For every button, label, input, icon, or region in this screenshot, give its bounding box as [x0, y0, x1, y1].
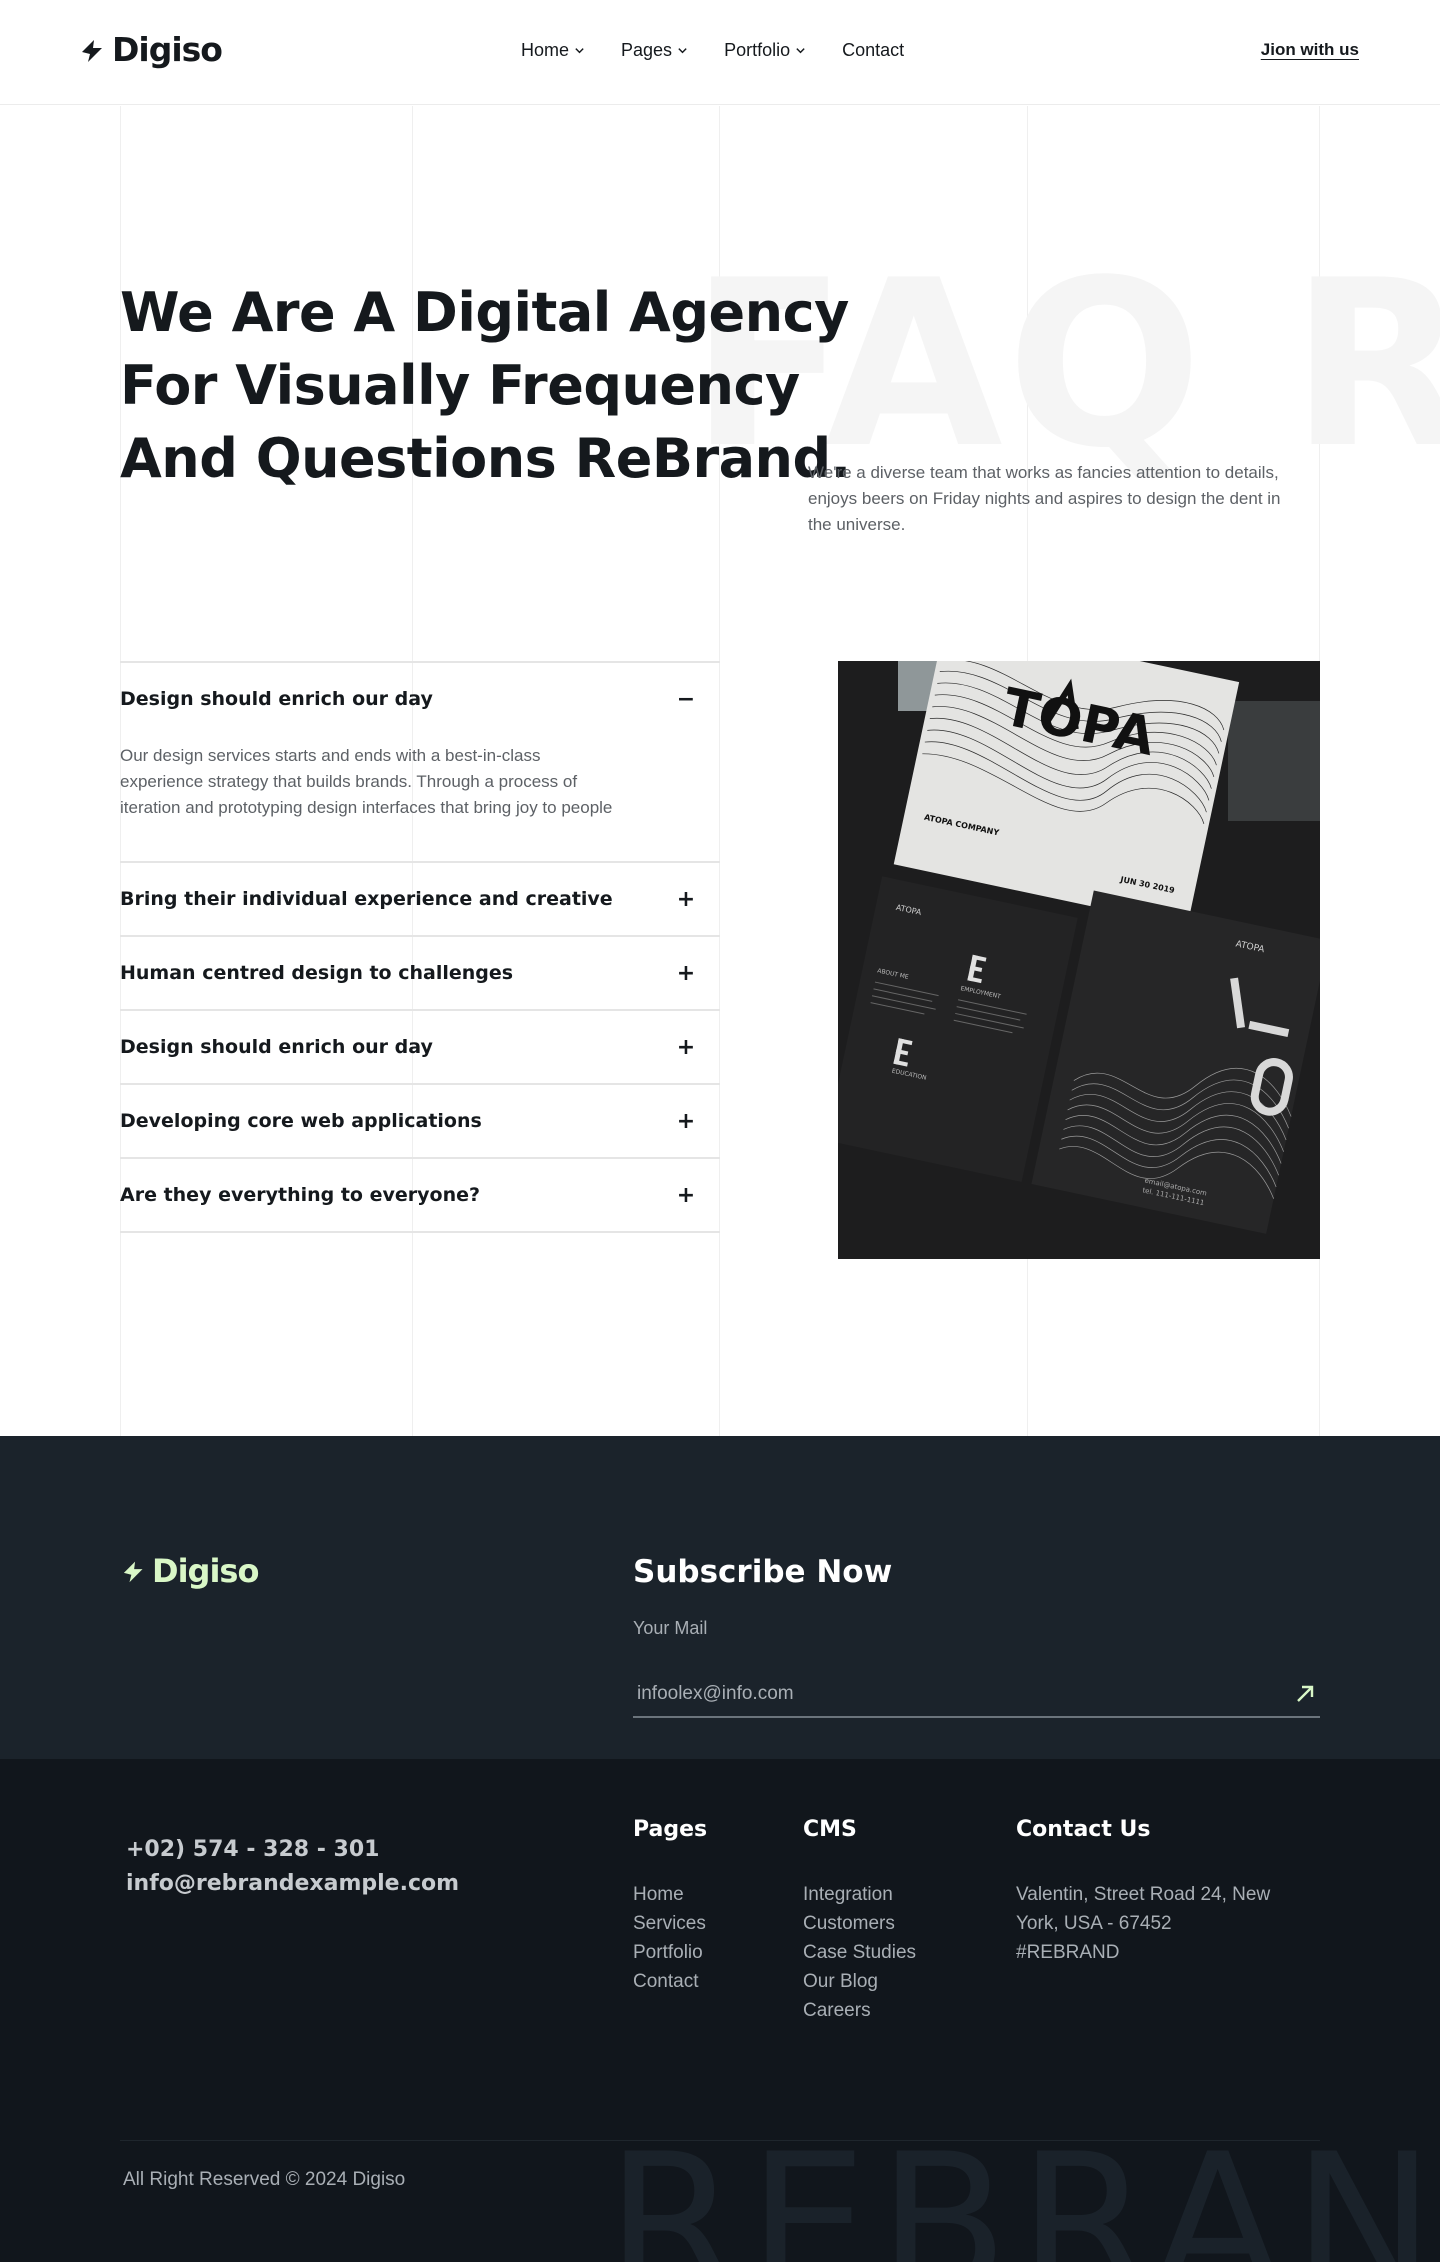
nav-item-contact[interactable]: Contact [842, 40, 904, 61]
faq-question: Human centred design to challenges [120, 962, 514, 984]
bolt-icon [82, 39, 102, 62]
email-field[interactable]: infoolex@info.com [633, 1672, 1320, 1718]
footer-link-careers[interactable]: Careers [803, 1996, 916, 2025]
footer-logo-text: Digiso [152, 1552, 259, 1590]
footer-column-pages: Pages Home Services Portfolio Contact [633, 1817, 707, 1996]
faq-header[interactable]: Design should enrich our day − [120, 663, 720, 735]
send-arrow-icon[interactable] [1294, 1683, 1316, 1705]
background-word: REBRAND [606, 2113, 1440, 2262]
faq-header[interactable]: Bring their individual experience and cr… [120, 863, 720, 935]
footer-contact-block: +02) 574 - 328 - 301 info@rebrandexample… [126, 1833, 459, 1901]
brand-mockup-image: TOPA ATOPA COMPANY JUN 30 2019 ATOPA ATO… [838, 661, 1320, 1259]
chevron-down-icon [575, 48, 584, 54]
subscribe-section: Digiso Subscribe Now Your Mail infoolex@… [0, 1436, 1440, 1759]
faq-question: Design should enrich our day [120, 1036, 433, 1058]
hero-description: We're a diverse team that works as fanci… [808, 463, 1281, 534]
faq-accordion: Design should enrich our day − Our desig… [120, 661, 720, 1233]
footer-link-contact[interactable]: Contact [633, 1967, 707, 1996]
faq-section: FAQ REBRAND We Are A Digital Agency For … [0, 106, 1440, 1436]
chevron-down-icon [796, 48, 805, 54]
faq-question: Are they everything to everyone? [120, 1184, 480, 1206]
main-nav: Home Pages Portfolio Contact [521, 40, 940, 61]
faq-item: Design should enrich our day − Our desig… [120, 663, 720, 863]
logo-text: Digiso [112, 30, 223, 69]
footer-column-title: CMS [803, 1817, 857, 1842]
bolt-icon [123, 1561, 143, 1583]
nav-item-portfolio[interactable]: Portfolio [724, 40, 806, 61]
faq-question: Bring their individual experience and cr… [120, 888, 613, 910]
faq-item: Developing core web applications + [120, 1085, 720, 1159]
nav-item-home[interactable]: Home [521, 40, 585, 61]
footer-email[interactable]: info@rebrandexample.com [126, 1867, 459, 1901]
faq-header[interactable]: Human centred design to challenges + [120, 937, 720, 1009]
plus-icon[interactable]: + [676, 961, 696, 986]
faq-item: Human centred design to challenges + [120, 937, 720, 1011]
footer-logo[interactable]: Digiso [122, 1552, 259, 1590]
faq-header[interactable]: Design should enrich our day + [120, 1011, 720, 1083]
nav-label: Contact [842, 40, 905, 60]
plus-icon[interactable]: + [676, 1035, 696, 1060]
page-title: We Are A Digital Agency For Visually Fre… [120, 281, 851, 490]
footer-link-integration[interactable]: Integration [803, 1880, 916, 1909]
footer-link-blog[interactable]: Our Blog [803, 1967, 916, 1996]
nav-label: Portfolio [724, 40, 791, 60]
faq-header[interactable]: Developing core web applications + [120, 1085, 720, 1157]
join-link[interactable]: Jion with us [1261, 40, 1359, 60]
plus-icon[interactable]: + [676, 1109, 696, 1134]
chevron-down-icon [678, 48, 687, 54]
nav-label: Pages [621, 40, 673, 60]
footer-link-home[interactable]: Home [633, 1880, 707, 1909]
faq-item: Are they everything to everyone? + [120, 1159, 720, 1233]
footer-address: Valentin, Street Road 24, New York, USA … [1016, 1884, 1271, 1934]
minus-icon[interactable]: − [676, 687, 696, 712]
faq-question: Developing core web applications [120, 1110, 482, 1132]
footer-column-contact: Contact Us Valentin, Street Road 24, New… [1016, 1817, 1306, 1967]
footer-divider [120, 2140, 1320, 2141]
faq-item: Bring their individual experience and cr… [120, 863, 720, 937]
email-label: Your Mail [633, 1618, 708, 1638]
plus-icon[interactable]: + [676, 887, 696, 912]
footer-phone[interactable]: +02) 574 - 328 - 301 [126, 1833, 459, 1867]
mockup-illustration: TOPA ATOPA COMPANY JUN 30 2019 ATOPA ATO… [838, 661, 1320, 1259]
footer-column-title: Contact Us [1016, 1817, 1151, 1842]
nav-item-pages[interactable]: Pages [621, 40, 688, 61]
footer-link-customers[interactable]: Customers [803, 1909, 916, 1938]
nav-label: Home [521, 40, 570, 60]
footer-column-title: Pages [633, 1817, 708, 1842]
faq-item: Design should enrich our day + [120, 1011, 720, 1085]
faq-header[interactable]: Are they everything to everyone? + [120, 1159, 720, 1231]
faq-question: Design should enrich our day [120, 688, 433, 710]
site-footer: REBRAND +02) 574 - 328 - 301 info@rebran… [0, 1759, 1440, 2262]
footer-link-case-studies[interactable]: Case Studies [803, 1938, 916, 1967]
subscribe-title: Subscribe Now [633, 1554, 893, 1590]
faq-answer: Our design services starts and ends with… [120, 746, 613, 817]
copyright: All Right Reserved © 2024 Digiso [123, 2169, 406, 2190]
email-placeholder[interactable]: infoolex@info.com [637, 1683, 794, 1705]
plus-icon[interactable]: + [676, 1183, 696, 1208]
footer-link-portfolio[interactable]: Portfolio [633, 1938, 707, 1967]
logo[interactable]: Digiso [80, 30, 223, 69]
footer-link-services[interactable]: Services [633, 1909, 707, 1938]
footer-hashtag: #REBRAND [1016, 1942, 1120, 1963]
site-header: Digiso Home Pages Portfolio Contact Jion… [0, 0, 1440, 105]
footer-column-cms: CMS Integration Customers Case Studies O… [803, 1817, 916, 2025]
